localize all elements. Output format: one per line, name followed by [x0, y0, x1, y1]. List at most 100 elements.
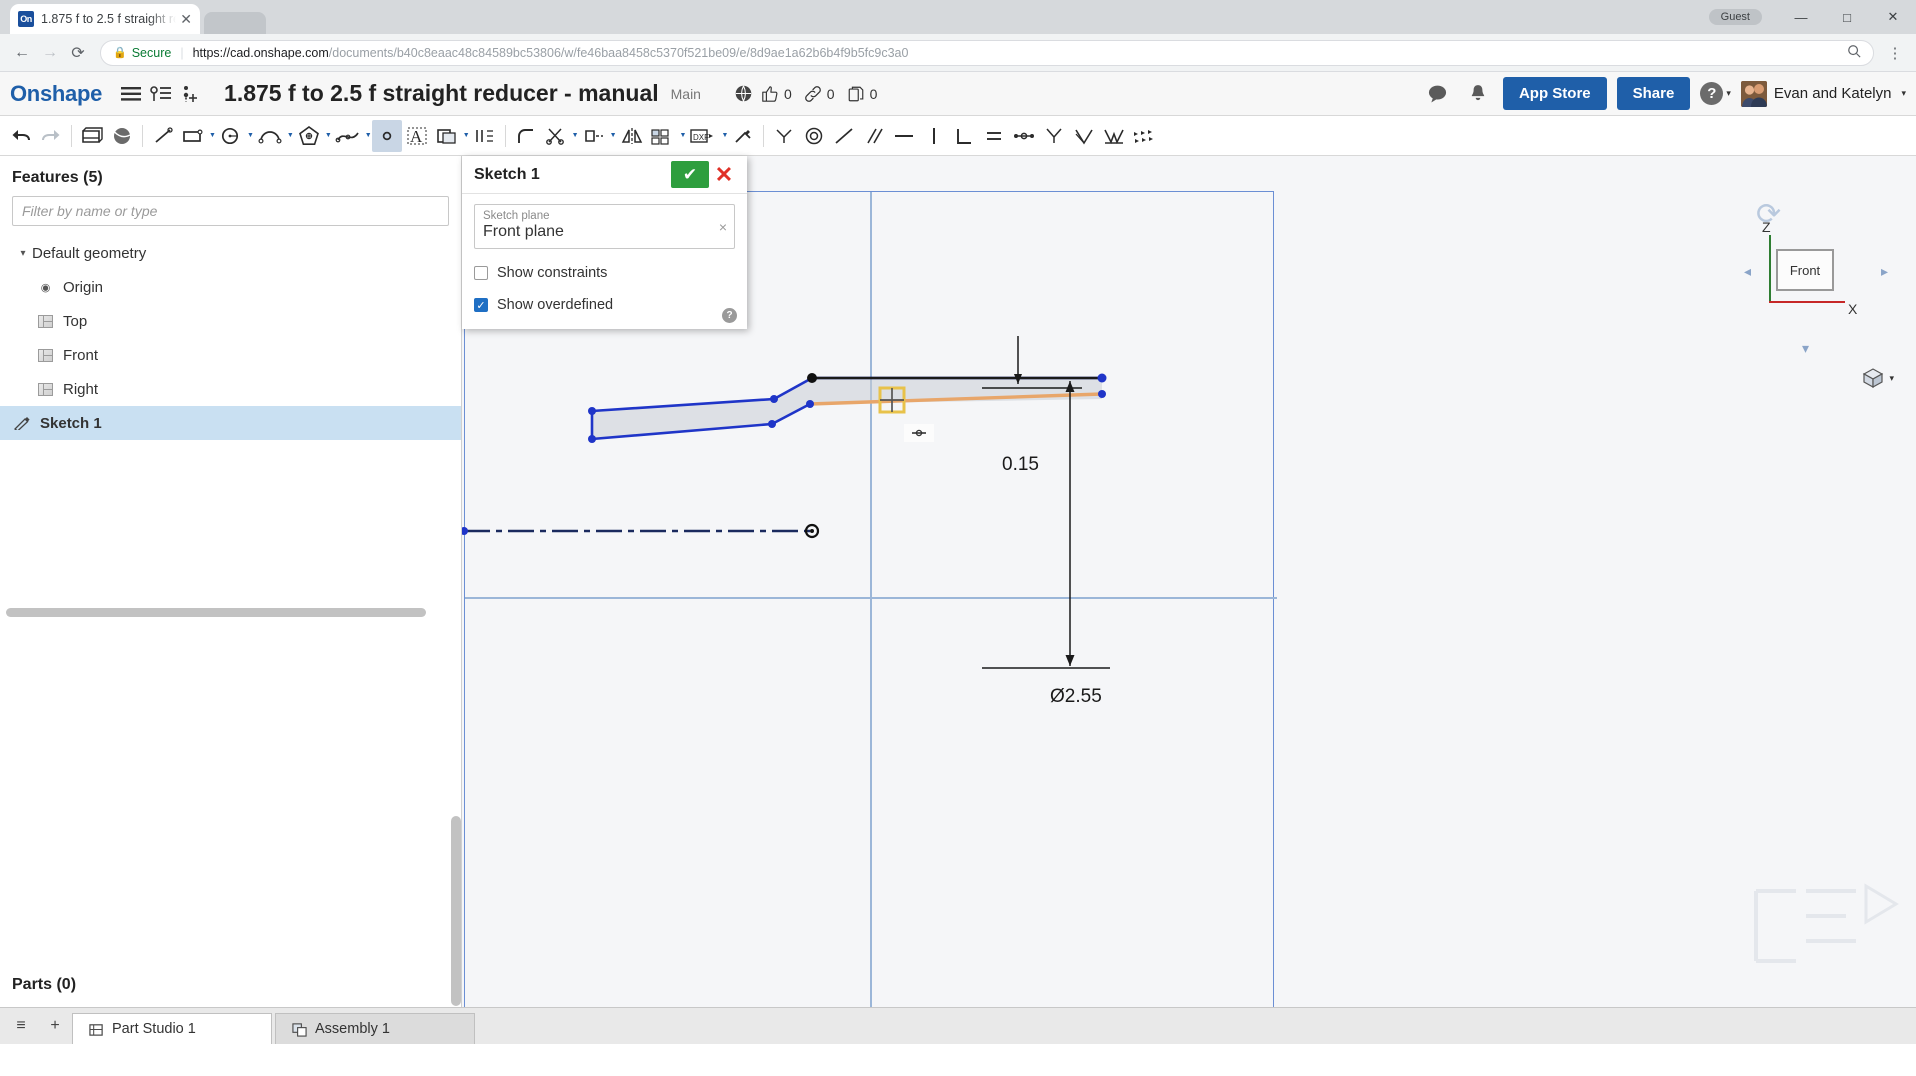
orientation-caret-icon[interactable]: ▾ — [1889, 373, 1894, 384]
mirror-tool-icon[interactable] — [617, 120, 647, 152]
show-constraints-row[interactable]: Show constraints — [474, 265, 735, 281]
show-overdefined-row[interactable]: ✓ Show overdefined — [474, 297, 735, 313]
dimension-diameter[interactable]: Ø2.55 — [1050, 686, 1102, 708]
trim-dropdown-icon[interactable]: ▼ — [572, 132, 579, 139]
curvature-constraint-icon[interactable] — [1069, 120, 1099, 152]
extend-tool-icon[interactable] — [579, 120, 609, 152]
rectangle-dropdown-icon[interactable]: ▼ — [209, 132, 216, 139]
dimension-thickness[interactable]: 0.15 — [1002, 454, 1039, 476]
browser-menu-icon[interactable]: ⋮ — [1882, 44, 1908, 62]
construction-tool-icon[interactable] — [728, 120, 758, 152]
concentric-constraint-icon[interactable] — [799, 120, 829, 152]
new-tab-button[interactable] — [204, 12, 266, 34]
symmetric-constraint-icon[interactable] — [1039, 120, 1069, 152]
polygon-dropdown-icon[interactable]: ▼ — [325, 132, 332, 139]
trim-tool-icon[interactable] — [541, 120, 571, 152]
view-left-arrow-icon[interactable]: ◂ — [1744, 263, 1751, 280]
bookmark-star-icon[interactable] — [1839, 44, 1861, 61]
coincident-constraint-icon[interactable] — [769, 120, 799, 152]
guest-badge[interactable]: Guest — [1708, 9, 1762, 25]
tab-part-studio-1[interactable]: Part Studio 1 — [72, 1013, 272, 1044]
notifications-bell-icon[interactable] — [1463, 79, 1493, 109]
show-constraints-checkbox[interactable] — [474, 266, 488, 280]
text-tool-icon[interactable]: A — [402, 120, 432, 152]
clear-plane-icon[interactable]: × — [719, 219, 727, 235]
tree-item-origin[interactable]: ◉ Origin — [0, 270, 461, 304]
chevron-down-icon[interactable]: ▾ — [14, 248, 32, 259]
hamburger-menu-icon[interactable] — [116, 79, 146, 109]
use-dropdown-icon[interactable]: ▼ — [463, 132, 470, 139]
feature-tree-scrollbar[interactable] — [6, 608, 426, 617]
user-menu[interactable]: Evan and Katelyn ▾ — [1740, 80, 1906, 107]
back-icon[interactable]: ← — [8, 39, 36, 67]
share-button[interactable]: Share — [1616, 77, 1691, 110]
shaded-view-icon[interactable] — [107, 120, 137, 152]
dimension-tool-icon[interactable] — [1129, 120, 1161, 152]
onshape-logo[interactable]: Onshape — [10, 81, 102, 107]
address-bar[interactable]: 🔒 Secure | https://cad.onshape.com/docum… — [100, 39, 1874, 66]
close-window-button[interactable]: ✕ — [1870, 0, 1916, 34]
comments-icon[interactable] — [1423, 79, 1453, 109]
rectangle-tool-icon[interactable] — [178, 120, 208, 152]
app-store-button[interactable]: App Store — [1502, 77, 1607, 110]
panel-vertical-scrollbar[interactable] — [451, 816, 461, 1006]
vertical-constraint-icon[interactable] — [919, 120, 949, 152]
horizontal-constraint-icon[interactable] — [889, 120, 919, 152]
tab-assembly-1[interactable]: Assembly 1 — [275, 1013, 475, 1044]
use-project-icon[interactable] — [432, 120, 462, 152]
pattern-dropdown-icon[interactable]: ▼ — [680, 132, 687, 139]
offset-tool-icon[interactable] — [470, 120, 500, 152]
view-down-arrow-icon[interactable]: ▾ — [1802, 340, 1809, 357]
add-branch-icon[interactable] — [176, 79, 206, 109]
globe-icon[interactable] — [729, 79, 759, 109]
spline-dropdown-icon[interactable]: ▼ — [365, 132, 372, 139]
feature-filter-input[interactable] — [12, 196, 449, 226]
midpoint-constraint-icon[interactable] — [1009, 120, 1039, 152]
copies-stat[interactable]: 0 — [847, 85, 877, 103]
fillet-tool-icon[interactable] — [511, 120, 541, 152]
add-tab-icon[interactable]: + — [38, 1007, 72, 1044]
tree-item-top[interactable]: Top — [0, 304, 461, 338]
minimize-button[interactable]: — — [1778, 0, 1824, 34]
undo-icon[interactable] — [6, 120, 36, 152]
view-orientation-selector[interactable]: ▾ — [1860, 366, 1894, 390]
help-icon[interactable]: ? — [722, 308, 737, 323]
tree-default-geometry[interactable]: ▾ Default geometry — [0, 236, 461, 270]
tree-item-front[interactable]: Front — [0, 338, 461, 372]
help-menu[interactable]: ? ▾ — [1700, 82, 1731, 105]
cancel-button[interactable]: ✕ — [709, 161, 739, 188]
confirm-button[interactable]: ✔ — [671, 161, 709, 188]
dxf-dropdown-icon[interactable]: ▼ — [721, 132, 728, 139]
view-right-arrow-icon[interactable]: ▸ — [1881, 263, 1888, 280]
sketch-plane-field[interactable]: Sketch plane Front plane × — [474, 204, 735, 249]
branch-label[interactable]: Main — [671, 86, 701, 102]
view-cube-front-face[interactable]: Front — [1776, 249, 1834, 291]
parallel-constraint-icon[interactable] — [859, 120, 889, 152]
normal-constraint-icon[interactable] — [1099, 120, 1129, 152]
maximize-button[interactable]: □ — [1824, 0, 1870, 34]
tangent-constraint-icon[interactable] — [829, 120, 859, 152]
line-tool-icon[interactable] — [148, 120, 178, 152]
links-stat[interactable]: 0 — [804, 85, 835, 103]
document-title[interactable]: 1.875 f to 2.5 f straight reducer - manu… — [224, 80, 659, 107]
view-cube[interactable]: ⟳ Z X Front ◂ ▸ ▾ — [1738, 191, 1888, 381]
circle-dropdown-icon[interactable]: ▼ — [247, 132, 254, 139]
tree-item-sketch-1[interactable]: Sketch 1 — [0, 406, 461, 440]
equal-constraint-icon[interactable] — [979, 120, 1009, 152]
version-graph-icon[interactable] — [146, 79, 176, 109]
tree-item-right[interactable]: Right — [0, 372, 461, 406]
spline-tool-icon[interactable] — [332, 120, 364, 152]
perpendicular-constraint-icon[interactable] — [949, 120, 979, 152]
browser-tab[interactable]: On 1.875 f to 2.5 f straight re ✕ — [10, 4, 200, 34]
circle-tool-icon[interactable] — [216, 120, 246, 152]
linear-pattern-icon[interactable] — [647, 120, 679, 152]
polygon-tool-icon[interactable] — [294, 120, 324, 152]
close-tab-icon[interactable]: ✕ — [180, 11, 192, 28]
point-tool-icon[interactable] — [371, 119, 402, 152]
extend-dropdown-icon[interactable]: ▼ — [610, 132, 617, 139]
arc-dropdown-icon[interactable]: ▼ — [287, 132, 294, 139]
arc-tool-icon[interactable] — [254, 120, 286, 152]
new-sketch-icon[interactable] — [77, 120, 107, 152]
tab-list-icon[interactable]: ≡ — [4, 1007, 38, 1044]
show-overdefined-checkbox[interactable]: ✓ — [474, 298, 488, 312]
